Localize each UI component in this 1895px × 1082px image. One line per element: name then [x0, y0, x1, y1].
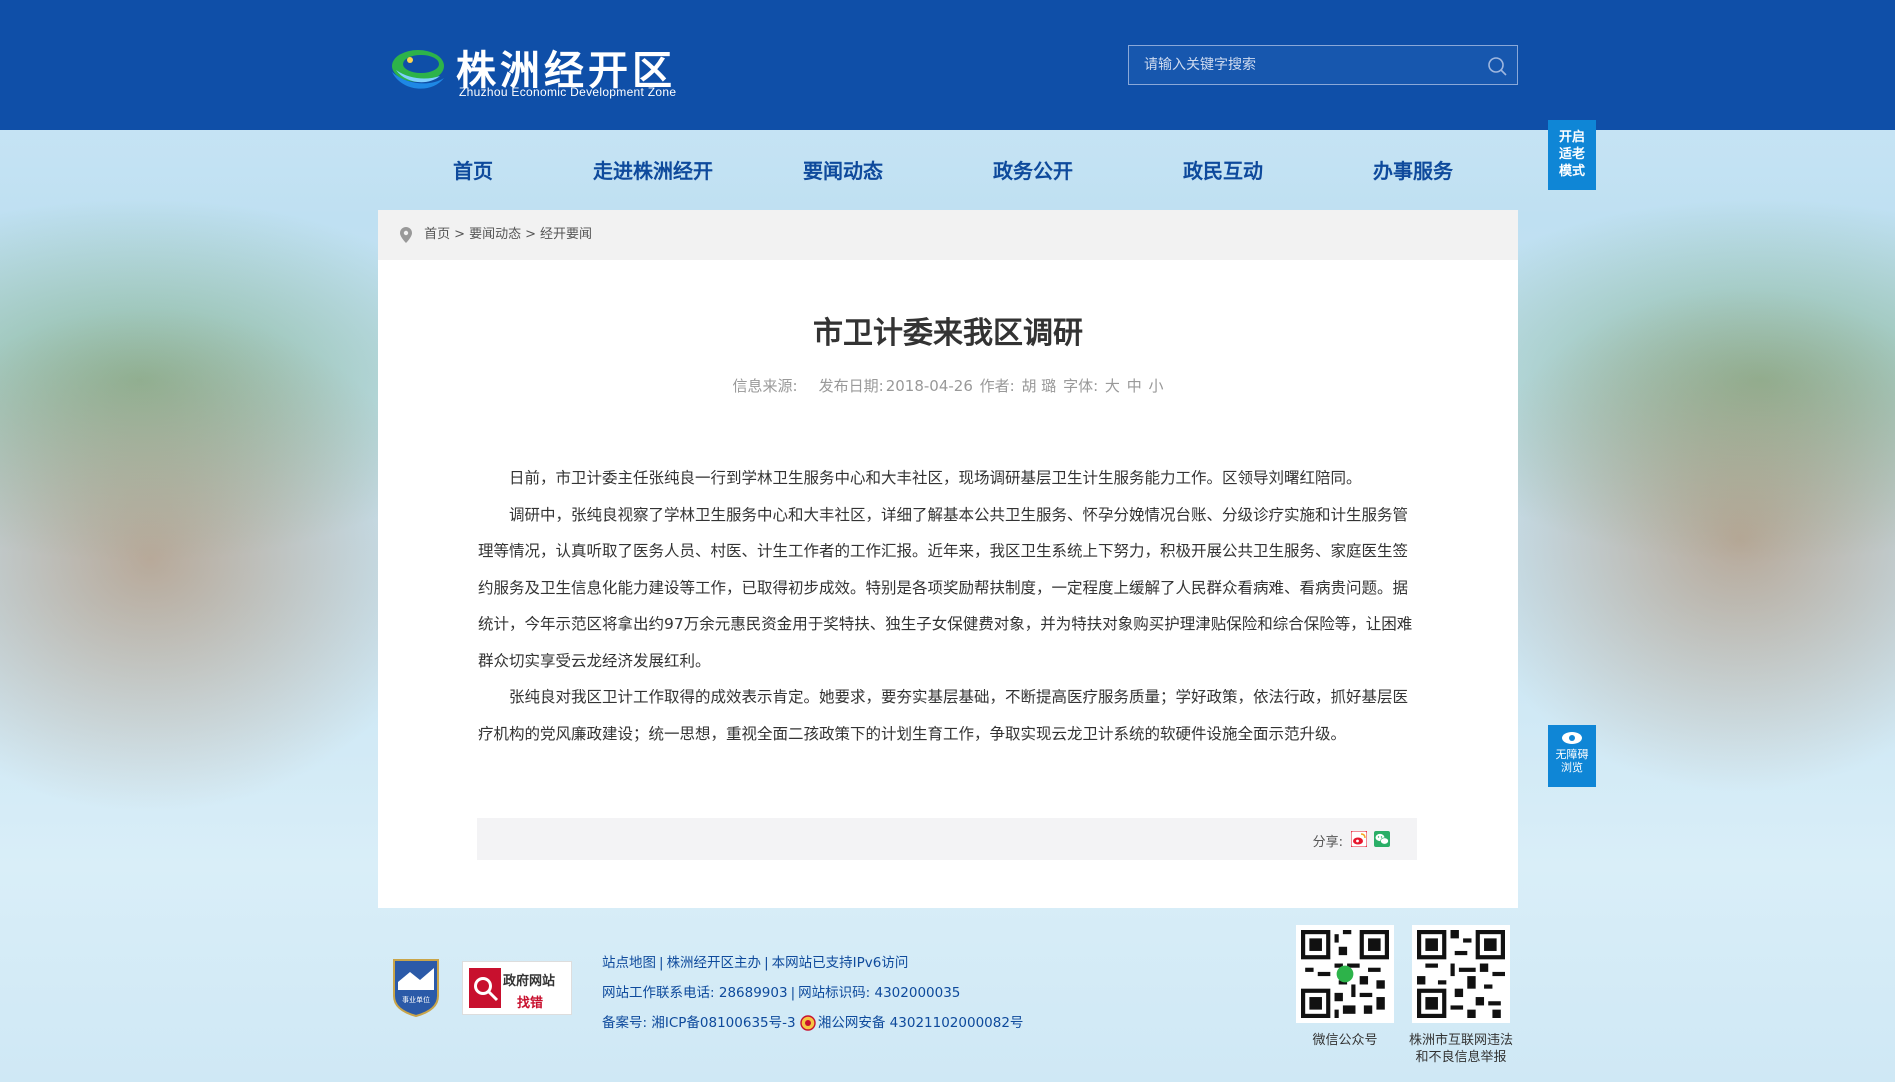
site-logo[interactable]: 株洲经开区 Zhuzhou Economic Development Zone — [388, 38, 708, 102]
nav-item-services[interactable]: 办事服务 — [1318, 145, 1508, 197]
accessibility-label-1: 无障碍 — [1555, 748, 1589, 761]
author-label: 作者: — [979, 377, 1015, 395]
weibo-share-icon[interactable] — [1351, 831, 1367, 847]
source-label: 信息来源: — [732, 377, 798, 395]
article-body: 日前，市卫计委主任张纯良一行到学林卫生服务中心和大丰社区，现场调研基层卫生计生服… — [478, 460, 1418, 752]
footer-contact-row: 网站工作联系电话: 28689903 | 网站标识码: 4302000035 — [602, 985, 961, 1001]
publish-date: 2018-04-26 — [885, 377, 973, 395]
logo-english-name: Zhuzhou Economic Development Zone — [459, 85, 677, 99]
qr-code-icon — [1417, 930, 1505, 1018]
host-link[interactable]: 株洲经开区主办 — [667, 955, 762, 971]
article-title: 市卫计委来我区调研 — [813, 316, 1083, 351]
wechat-share-icon[interactable] — [1374, 831, 1390, 847]
police-badge-icon — [800, 1015, 816, 1031]
icp-link[interactable]: 湘ICP备08100635号-3 — [651, 1015, 795, 1031]
site-id: 4302000035 — [874, 985, 961, 1001]
footer-icp-row: 备案号: 湘ICP备08100635号-3 湘公网安备 430211020000… — [602, 1008, 1162, 1038]
elder-mode-button[interactable]: 开启 适老 模式 — [1548, 120, 1596, 190]
qr2-label-line2: 和不良信息举报 — [1415, 1050, 1507, 1065]
gov-site-error-report[interactable]: 政府网站 找错 — [462, 961, 572, 1015]
nav-item-interaction[interactable]: 政民互动 — [1128, 145, 1318, 197]
qr2-label-line1: 株洲市互联网违法 — [1408, 1033, 1513, 1048]
qr-code-icon — [1301, 930, 1389, 1018]
nav-item-gov-affairs[interactable]: 政务公开 — [938, 145, 1128, 197]
article-paragraph: 日前，市卫计委主任张纯良一行到学林卫生服务中心和大丰社区，现场调研基层卫生计生服… — [509, 469, 1362, 487]
report-qr-code — [1412, 925, 1510, 1023]
wechat-qr-code — [1296, 925, 1394, 1023]
logo-swoosh-icon — [392, 50, 444, 89]
breadcrumb-home[interactable]: 首页 — [424, 227, 450, 242]
author-name: 胡 璐 — [1021, 377, 1057, 395]
article-paragraph: 调研中，张纯良视察了学林卫生服务中心和大丰社区，详细了解基本公共卫生服务、怀孕分… — [478, 505, 1413, 670]
breadcrumb-separator: > — [525, 227, 536, 242]
elder-mode-label-3: 模式 — [1558, 164, 1585, 179]
font-size-medium[interactable]: 中 — [1127, 377, 1142, 395]
article-meta: 信息来源: 发布日期: 2018-04-26 作者: 胡 璐 字体: 大 中 小 — [378, 375, 1518, 396]
footer-links-row: 站点地图 | 株洲经开区主办 | 本网站已支持IPv6访问 — [602, 955, 909, 971]
magnifier-icon — [469, 968, 501, 1008]
breadcrumb: 首页 > 要闻动态 > 经开要闻 — [378, 210, 1518, 260]
font-size-label: 字体: — [1063, 377, 1099, 395]
site-id-label: 网站标识码: — [798, 985, 871, 1001]
location-pin-icon — [400, 226, 412, 243]
breadcrumb-separator: > — [454, 227, 466, 242]
error-report-label: 找错 — [517, 996, 544, 1011]
font-size-small[interactable]: 小 — [1149, 377, 1164, 395]
elder-mode-label-1: 开启 — [1558, 130, 1585, 145]
contact-phone: 28689903 — [718, 985, 788, 1001]
search-box — [1128, 45, 1518, 85]
font-size-large[interactable]: 大 — [1105, 377, 1120, 395]
share-bar: 分享: — [477, 818, 1417, 860]
accessibility-label-2: 浏览 — [1561, 761, 1583, 774]
public-institution-badge[interactable]: 事业单位 — [390, 956, 442, 1018]
search-input[interactable] — [1129, 46, 1469, 84]
ipv6-link[interactable]: 本网站已支持IPv6访问 — [772, 955, 909, 971]
elder-mode-label-2: 适老 — [1558, 147, 1585, 162]
qr2-label: 株洲市互联网违法 和不良信息举报 — [1386, 1032, 1536, 1066]
share-label: 分享: — [1312, 835, 1343, 850]
breadcrumb-news[interactable]: 要闻动态 — [469, 227, 521, 242]
contact-label: 网站工作联系电话: — [602, 985, 715, 1001]
article-paragraph: 张纯良对我区卫计工作取得的成效表示肯定。她要求，要夯实基层基础，不断提高医疗服务… — [478, 688, 1409, 743]
eye-icon — [1562, 732, 1582, 744]
nav-item-news[interactable]: 要闻动态 — [748, 145, 938, 197]
sitemap-link[interactable]: 站点地图 — [602, 955, 656, 971]
date-label: 发布日期: — [818, 377, 884, 395]
accessibility-button[interactable]: 无障碍 浏览 — [1548, 725, 1596, 787]
badge1-text: 事业单位 — [402, 995, 430, 1004]
footer-info: 站点地图 | 株洲经开区主办 | 本网站已支持IPv6访问 网站工作联系电话: 2868… — [602, 948, 1162, 1038]
article-panel: 首页 > 要闻动态 > 经开要闻 市卫计委来我区调研 信息来源: 发布日期: 2018-0… — [378, 210, 1518, 908]
search-icon[interactable] — [1485, 54, 1509, 78]
police-record-link[interactable]: 湘公网安备 43021102000082号 — [818, 1015, 1024, 1031]
top-header: 株洲经开区 Zhuzhou Economic Development Zone — [0, 0, 1895, 130]
breadcrumb-current[interactable]: 经开要闻 — [540, 227, 592, 242]
site-footer: 事业单位 政府网站 找错 站点地图 | 株洲经开区主办 | 本网站已支持IPv6访问 网… — [378, 920, 1518, 1080]
main-nav: 首页 走进株洲经开 要闻动态 政务公开 政民互动 办事服务 — [388, 145, 1518, 197]
gov-site-label: 政府网站 — [503, 974, 556, 989]
nav-item-home[interactable]: 首页 — [388, 145, 558, 197]
icp-label: 备案号: — [602, 1015, 648, 1031]
nav-item-about[interactable]: 走进株洲经开 — [558, 145, 748, 197]
